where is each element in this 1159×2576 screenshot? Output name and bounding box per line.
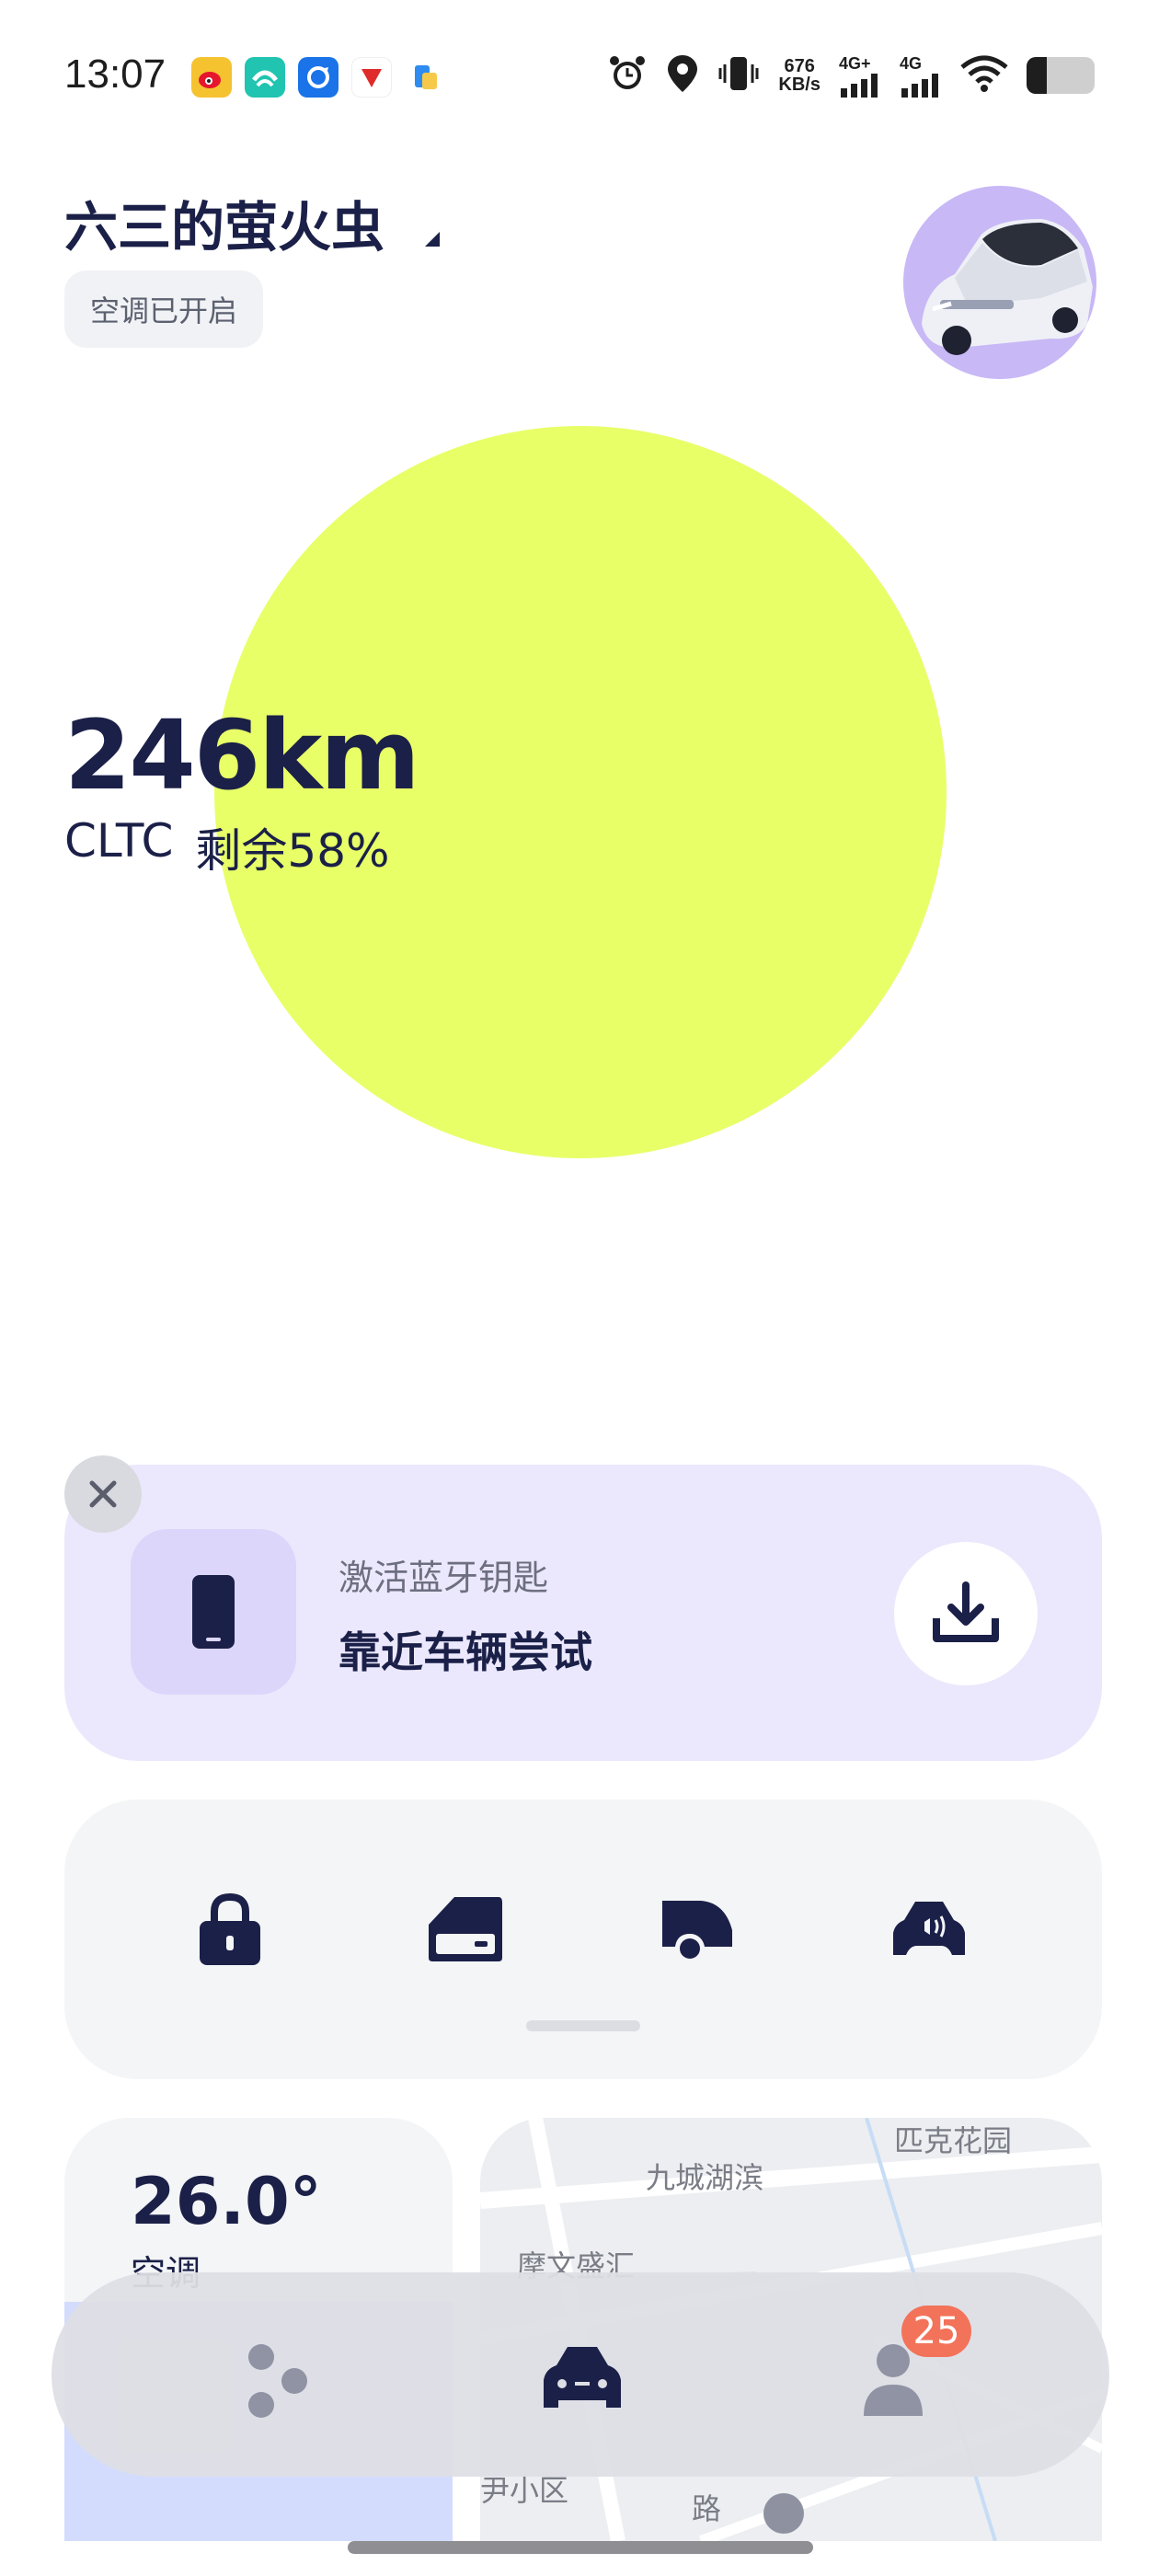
- sim2-signal: 4G: [900, 54, 942, 98]
- status-right: 676 KB/s 4G+ 4G: [607, 53, 1095, 98]
- status-time: 13:07: [64, 52, 166, 97]
- car-name[interactable]: 六三的萤火虫: [64, 184, 384, 261]
- signal-icon: [901, 73, 938, 98]
- map-label: 九城湖滨: [646, 2160, 764, 2195]
- weibo-icon: [191, 57, 232, 98]
- app-red-icon: [351, 57, 392, 98]
- trunk-icon: [429, 1897, 502, 1961]
- lock-icon: [200, 1892, 260, 1965]
- climate-temperature: 26.0°: [131, 2164, 322, 2239]
- app-blue-icon: [298, 57, 339, 98]
- nav-car[interactable]: [532, 2328, 633, 2429]
- sim2-label: 4G: [900, 53, 923, 73]
- phone-icon: [192, 1575, 235, 1649]
- map-label: 路: [692, 2491, 722, 2526]
- network-speed: 676 KB/s: [778, 57, 820, 94]
- phone-icon-tile: [131, 1529, 296, 1695]
- discover-icon: [248, 2344, 307, 2418]
- signal-icon: [841, 73, 878, 98]
- alarm-icon: [607, 53, 648, 98]
- trunk-button[interactable]: [419, 1882, 511, 1974]
- range-standard: CLTC: [64, 814, 174, 868]
- tailgate-icon: [662, 1901, 732, 1963]
- horn-button[interactable]: [883, 1882, 975, 1974]
- car-avatar[interactable]: [903, 186, 1096, 379]
- battery-fill: [1027, 57, 1048, 94]
- wifi-icon: [960, 54, 1008, 97]
- bluetooth-key-subtitle: 靠近车辆尝试: [339, 1627, 592, 1677]
- car-switch-caret-icon[interactable]: [423, 230, 442, 252]
- notification-icons: [191, 57, 445, 98]
- car-icon: [544, 2347, 621, 2408]
- vibrate-icon: [717, 53, 760, 98]
- network-speed-unit: KB/s: [778, 75, 820, 95]
- download-button[interactable]: [894, 1542, 1038, 1685]
- files-icon: [405, 57, 445, 98]
- location-icon: [666, 53, 699, 98]
- map-label: 匹克花园: [894, 2123, 1013, 2158]
- battery-remaining: 剩余58%: [195, 824, 390, 878]
- status-bar: 13:07 676 KB/s 4G+ 4G: [0, 0, 1159, 156]
- sim1-signal: 4G+: [839, 54, 881, 98]
- horn-icon: [893, 1902, 965, 1955]
- bluetooth-key-title: 激活蓝牙钥匙: [339, 1558, 549, 1598]
- download-icon: [933, 1581, 999, 1642]
- notification-badge: 25: [901, 2306, 971, 2357]
- range-value: 246km: [64, 699, 420, 811]
- ac-status-badge[interactable]: 空调已开启: [64, 270, 264, 348]
- range-subtitle: CLTC 剩余58%: [64, 814, 390, 880]
- close-button[interactable]: [64, 1455, 142, 1533]
- nav-discover[interactable]: [224, 2328, 326, 2429]
- drag-handle[interactable]: [526, 2020, 640, 2031]
- car-image-icon: [922, 219, 1093, 355]
- network-speed-value: 676: [784, 56, 815, 76]
- battery-icon: [1027, 57, 1095, 94]
- lock-button[interactable]: [184, 1882, 276, 1974]
- tailgate-button[interactable]: [651, 1882, 743, 1974]
- home-indicator[interactable]: [348, 2541, 813, 2554]
- sim1-label: 4G+: [839, 53, 871, 73]
- app-green-icon: [245, 57, 285, 98]
- close-icon: [89, 1480, 117, 1508]
